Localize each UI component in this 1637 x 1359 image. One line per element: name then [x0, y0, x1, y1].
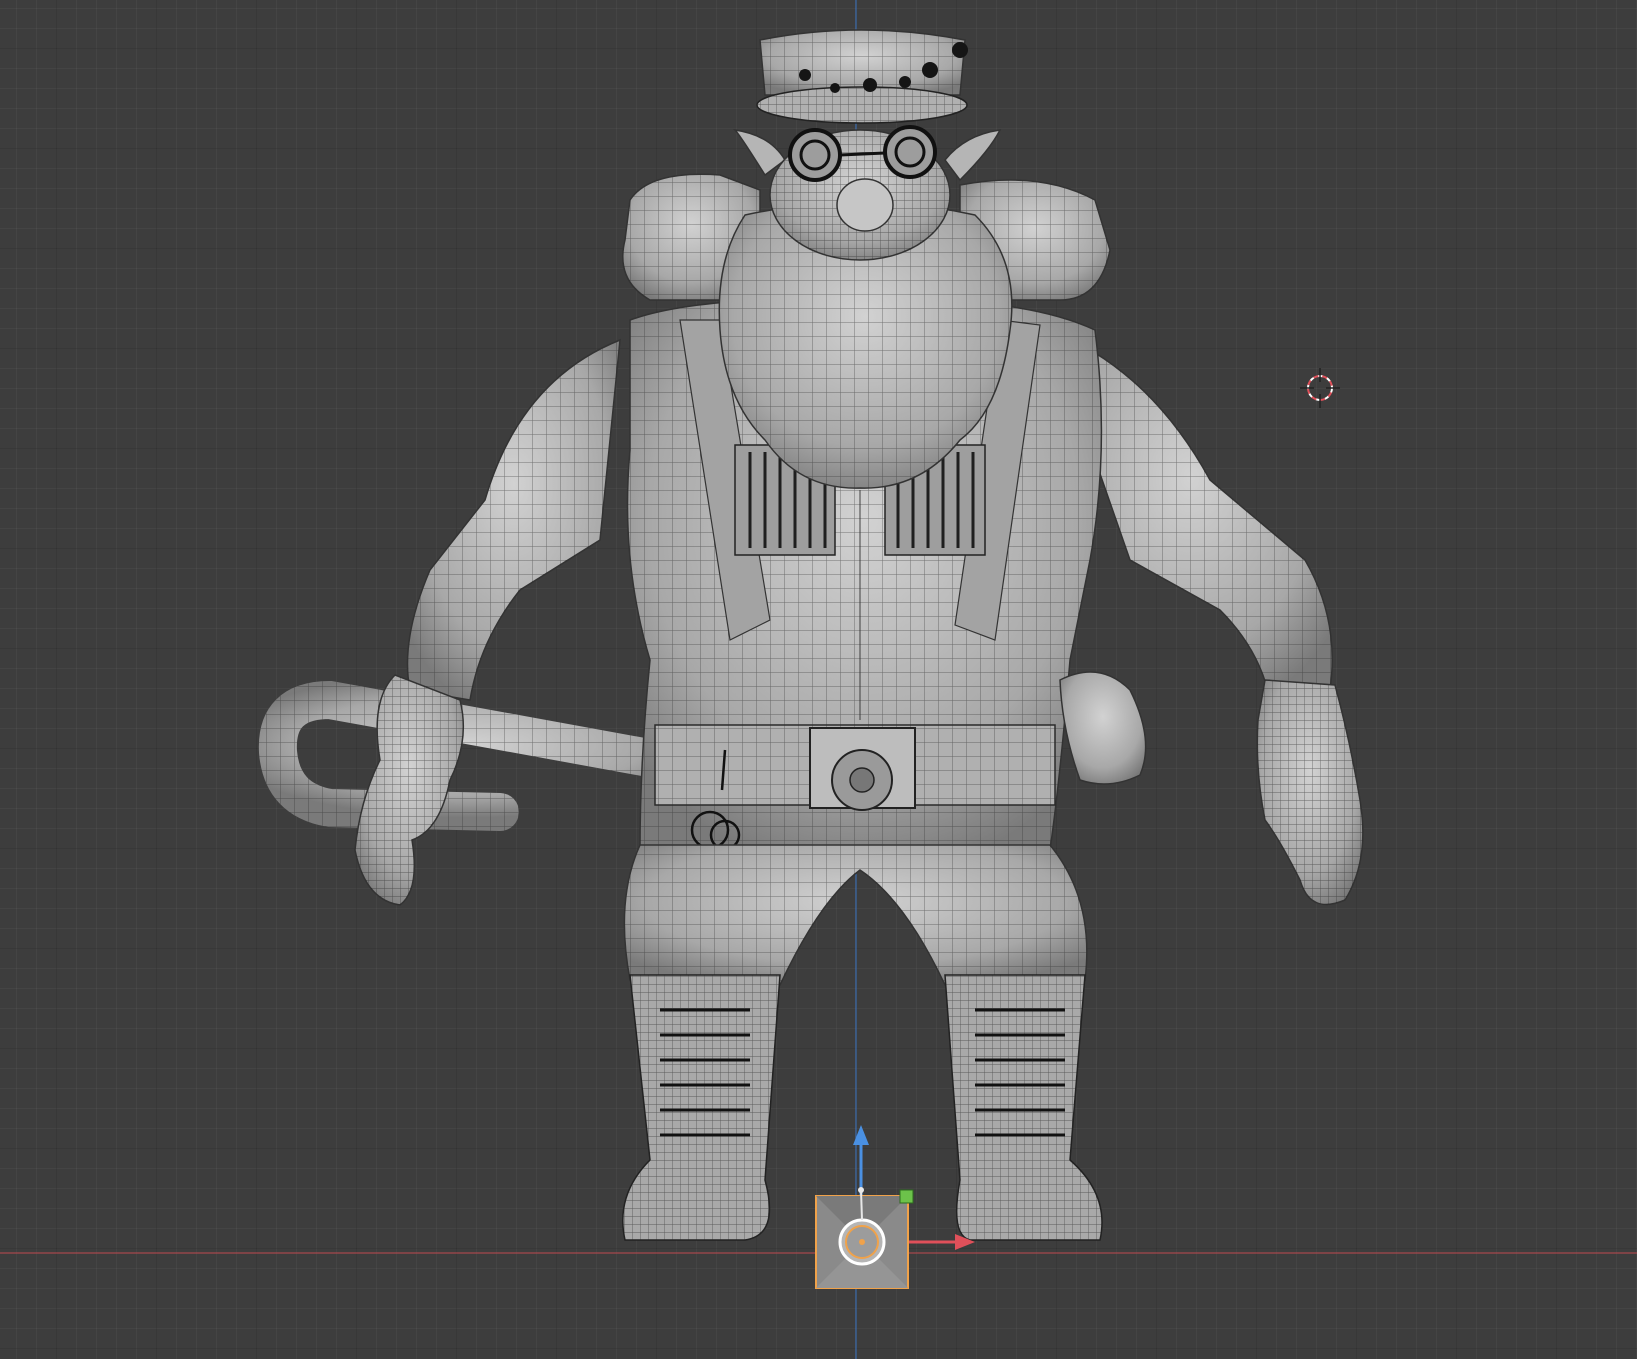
- boot-right: [944, 974, 1103, 1241]
- 3d-viewport[interactable]: [0, 0, 1637, 1359]
- belt-pouch: [1059, 671, 1147, 785]
- ear-right: [944, 129, 1002, 182]
- origin-gizmo-icon[interactable]: [815, 1125, 975, 1289]
- hat: [756, 29, 968, 124]
- boot-left: [622, 974, 781, 1241]
- belt: [654, 724, 1056, 811]
- character-mesh[interactable]: [258, 29, 1364, 1241]
- viewport-canvas[interactable]: [0, 0, 1637, 1359]
- gizmo-corner-handle[interactable]: [899, 1189, 914, 1204]
- cane[interactable]: [258, 680, 679, 831]
- 3d-cursor-icon[interactable]: [1300, 368, 1340, 408]
- nose: [836, 178, 894, 232]
